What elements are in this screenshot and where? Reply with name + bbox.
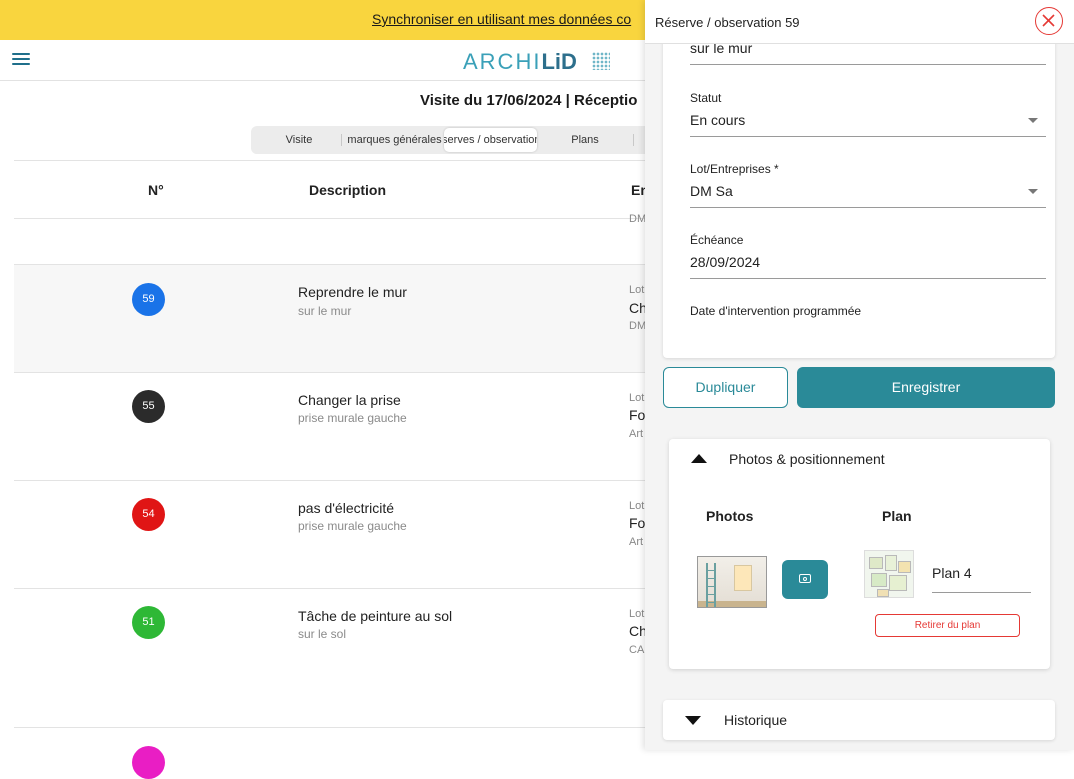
photos-label: Photos — [706, 508, 754, 524]
row-subtitle: sur le sol — [298, 627, 347, 641]
photos-section-toggle[interactable]: Photos & positionnement — [669, 439, 1050, 479]
intervention-date-field[interactable] — [690, 325, 1046, 347]
photos-positioning-section: Photos & positionnement Photos Plan Plan… — [669, 439, 1050, 669]
camera-icon — [799, 574, 811, 583]
plan-thumbnail[interactable] — [864, 550, 914, 598]
history-title: Historique — [724, 712, 788, 728]
plan-label: Plan — [882, 508, 912, 524]
row-title: pas d'électricité — [298, 500, 395, 516]
lot-select[interactable]: DM Sa — [690, 183, 1046, 208]
column-header-num[interactable]: N° — [148, 182, 164, 198]
close-icon[interactable] — [1035, 7, 1063, 35]
tab-bar: Visite Remarques générales Réserves / ob… — [251, 126, 671, 154]
photo-thumbnail[interactable] — [697, 556, 767, 608]
row-title: Changer la prise — [298, 392, 401, 408]
remove-from-plan-button[interactable]: Retirer du plan — [875, 614, 1020, 637]
duplicate-button[interactable]: Dupliquer — [663, 367, 788, 408]
hamburger-menu-icon[interactable] — [12, 53, 30, 67]
panel-title: Réserve / observation 59 — [655, 15, 800, 30]
deadline-field[interactable]: 28/09/2024 — [690, 254, 1046, 279]
tab-visite[interactable]: Visite — [261, 128, 337, 152]
row-subtitle: prise murale gauche — [298, 519, 407, 533]
row-subtitle: sur le mur — [298, 304, 352, 318]
table-row[interactable]: 59 Reprendre le mur sur le mur Lot Ch DM — [14, 265, 654, 373]
tab-plans[interactable]: Plans — [547, 128, 623, 152]
table-row[interactable]: 51 Tâche de peinture au sol sur le sol L… — [14, 589, 654, 728]
table-row[interactable] — [14, 728, 654, 779]
add-photo-button[interactable] — [782, 560, 828, 599]
reserve-number-badge: 55 — [132, 390, 165, 423]
reserve-detail-panel: sur le mur Statut En cours Lot/Entrepris… — [645, 0, 1074, 750]
archilid-logo: ARCHILiD — [463, 49, 577, 74]
table-row[interactable]: 55 Changer la prise prise murale gauche … — [14, 373, 654, 481]
reserve-number-badge: 54 — [132, 498, 165, 531]
tab-remarques[interactable]: Remarques générales — [347, 128, 442, 152]
collapse-arrow-icon — [691, 454, 707, 463]
table-header: N° Description En — [14, 160, 654, 219]
row-subtitle: prise murale gauche — [298, 411, 407, 425]
deadline-label: Échéance — [690, 233, 744, 247]
reserve-number-badge — [132, 746, 165, 779]
plan-name-field[interactable]: Plan 4 — [932, 565, 1031, 593]
status-select[interactable]: En cours — [690, 112, 1046, 137]
reserve-number-badge: 51 — [132, 606, 165, 639]
row-title: Reprendre le mur — [298, 284, 407, 300]
tab-reserves[interactable]: Réserves / observations — [444, 128, 537, 152]
expand-arrow-icon — [685, 716, 701, 725]
intervention-label: Date d'intervention programmée — [690, 304, 862, 318]
table-row[interactable]: DM — [14, 213, 654, 265]
save-button[interactable]: Enregistrer — [797, 367, 1055, 408]
visit-title: Visite du 17/06/2024 | Réceptio — [420, 92, 638, 109]
sync-link[interactable]: Synchroniser en utilisant mes données co — [372, 11, 631, 27]
reserve-form: sur le mur Statut En cours Lot/Entrepris… — [663, 14, 1055, 358]
dropdown-caret-icon — [1028, 118, 1038, 123]
dropdown-caret-icon — [1028, 189, 1038, 194]
logo-grid-icon — [592, 52, 610, 70]
status-label: Statut — [690, 91, 722, 105]
photos-section-title: Photos & positionnement — [729, 451, 885, 467]
table-row[interactable]: 54 pas d'électricité prise murale gauche… — [14, 481, 654, 589]
row-title: Tâche de peinture au sol — [298, 608, 453, 624]
lot-label: Lot/Entreprises * — [690, 162, 779, 176]
reserve-number-badge: 59 — [132, 283, 165, 316]
panel-header: Réserve / observation 59 — [645, 0, 1074, 44]
history-section-toggle[interactable]: Historique — [663, 700, 1055, 740]
column-header-description[interactable]: Description — [309, 182, 386, 198]
